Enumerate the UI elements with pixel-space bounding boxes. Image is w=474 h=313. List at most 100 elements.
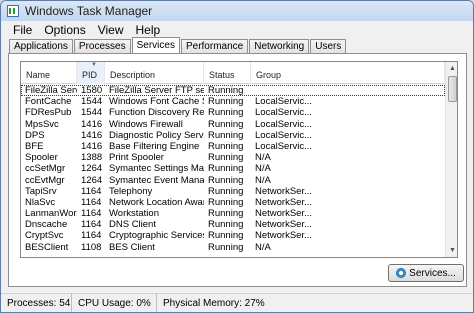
service-description: Workstation: [109, 208, 159, 220]
service-row[interactable]: BESClient 1108 BES Client Running N/A: [21, 242, 445, 253]
service-row[interactable]: FontCache 1544 Windows Font Cache Ser... Ru…: [21, 96, 445, 107]
title-bar[interactable]: Windows Task Manager: [1, 1, 473, 21]
service-row[interactable]: FDResPub 1544 Function Discovery Reso... Ru…: [21, 107, 445, 118]
service-description: Diagnostic Policy Service: [109, 129, 204, 141]
service-row[interactable]: FileZilla Server 1580 FileZilla Server FTP…: [21, 85, 445, 97]
service-description: DNS Client: [109, 219, 156, 231]
service-name: Dnscache: [25, 219, 68, 231]
service-status: Running: [208, 185, 244, 197]
service-name: FontCache: [25, 96, 72, 108]
service-description: Windows Firewall: [109, 118, 183, 130]
services-button-label: Services...: [409, 267, 456, 279]
tab-networking[interactable]: Networking: [249, 39, 310, 53]
service-status: Running: [208, 163, 244, 175]
sort-descending-icon: ▼: [91, 62, 97, 68]
service-row[interactable]: Spooler 1388 Print Spooler Running N/A: [21, 152, 445, 163]
service-description: FileZilla Server FTP server: [109, 85, 204, 96]
service-group: N/A: [255, 163, 271, 175]
service-row[interactable]: BFE 1416 Base Filtering Engine Running Local…: [21, 141, 445, 152]
column-header-description[interactable]: Description: [105, 62, 204, 84]
status-cpu-usage: CPU Usage: 0%: [72, 294, 157, 312]
tab-services[interactable]: Services: [131, 37, 180, 53]
scrollbar-thumb[interactable]: [448, 76, 457, 102]
tab-processes[interactable]: Processes: [73, 39, 131, 53]
service-pid: 1164: [81, 208, 102, 220]
service-pid: 1416: [81, 129, 103, 141]
services-rows: FileZilla Server 1580 FileZilla Server FTP…: [21, 85, 445, 253]
service-row[interactable]: CryptSvc 1164 Cryptographic Services Runnin…: [21, 230, 445, 241]
column-header-name[interactable]: Name: [21, 62, 77, 84]
column-header-group[interactable]: Group: [251, 62, 445, 84]
service-status: Running: [208, 96, 244, 108]
service-pid: 1544: [81, 107, 103, 119]
window-title: Windows Task Manager: [25, 4, 153, 18]
service-name: ccEvtMgr: [25, 174, 65, 186]
service-name: FDResPub: [25, 107, 72, 119]
service-name: ccSetMgr: [25, 163, 66, 175]
status-physical-memory: Physical Memory: 27%: [163, 298, 265, 309]
service-group: [251, 85, 445, 96]
menu-help[interactable]: Help: [130, 21, 167, 38]
tab-users[interactable]: Users: [310, 39, 347, 53]
service-group: NetworkSer...: [255, 208, 313, 220]
service-group: NetworkSer...: [255, 230, 313, 242]
service-status: Running: [208, 140, 244, 152]
service-status: Running: [208, 118, 244, 130]
service-description: Print Spooler: [109, 152, 164, 164]
services-list[interactable]: Name ▼ PID Description Status Group File…: [20, 61, 458, 258]
service-row[interactable]: Dnscache 1164 DNS Client Running NetworkSer.…: [21, 219, 445, 230]
service-name: CryptSvc: [25, 230, 64, 242]
status-processes: Processes: 54: [1, 294, 72, 312]
menu-file[interactable]: File: [7, 21, 38, 38]
service-group: NetworkSer...: [255, 219, 313, 231]
vertical-scrollbar[interactable]: ▲ ▼: [445, 62, 457, 257]
service-name: BESClient: [25, 241, 69, 253]
tab-applications[interactable]: Applications: [9, 39, 73, 53]
service-status: Running: [208, 85, 244, 96]
service-group: NetworkSer...: [255, 185, 313, 197]
service-row[interactable]: ccEvtMgr 1264 Symantec Event Manager Runnin…: [21, 175, 445, 186]
menu-options[interactable]: Options: [38, 21, 91, 38]
service-pid: 1544: [81, 96, 103, 108]
service-description: Windows Font Cache Ser...: [109, 96, 204, 108]
tab-performance[interactable]: Performance: [180, 39, 249, 53]
scroll-up-arrow-icon[interactable]: ▲: [446, 62, 457, 75]
service-pid: 1264: [81, 174, 103, 186]
task-manager-icon: [7, 5, 19, 17]
status-bar: Processes: 54 CPU Usage: 0% Physical Mem…: [1, 293, 473, 312]
menu-view[interactable]: View: [92, 21, 130, 38]
service-group: N/A: [255, 152, 271, 164]
service-row[interactable]: LanmanWor... 1164 Workstation Running Networ…: [21, 208, 445, 219]
service-description: Symantec Event Manager: [109, 174, 204, 186]
service-pid: 1416: [81, 140, 103, 152]
service-status: Running: [208, 208, 244, 220]
service-group: LocalServic...: [255, 129, 313, 141]
service-row[interactable]: TapiSrv 1164 Telephony Running NetworkSer...: [21, 186, 445, 197]
services-button[interactable]: Services...: [388, 264, 464, 282]
services-panel: Name ▼ PID Description Status Group File…: [8, 53, 467, 287]
service-status: Running: [208, 152, 244, 164]
service-status: Running: [208, 219, 244, 231]
service-description: Cryptographic Services: [109, 230, 204, 242]
service-name: DPS: [25, 129, 45, 141]
column-header-status[interactable]: Status: [204, 62, 251, 84]
service-group: LocalServic...: [255, 118, 313, 130]
service-group: LocalServic...: [255, 140, 313, 152]
task-manager-window: Windows Task Manager File Options View H…: [0, 0, 474, 313]
service-row[interactable]: ccSetMgr 1264 Symantec Settings Mana... Run…: [21, 163, 445, 174]
service-status: Running: [208, 107, 244, 119]
column-header-pid-label: PID: [82, 70, 98, 80]
service-row[interactable]: NlaSvc 1164 Network Location Aware... Runni…: [21, 197, 445, 208]
service-status: Running: [208, 230, 244, 242]
column-header-pid[interactable]: ▼ PID: [77, 62, 105, 84]
service-name: NlaSvc: [25, 196, 56, 208]
service-group: LocalServic...: [255, 96, 313, 108]
service-row[interactable]: MpsSvc 1416 Windows Firewall Running LocalSe…: [21, 119, 445, 130]
service-description: Telephony: [109, 185, 153, 197]
service-row[interactable]: DPS 1416 Diagnostic Policy Service Running L…: [21, 130, 445, 141]
tab-strip: Applications Processes Services Performa…: [9, 37, 347, 53]
service-status: Running: [208, 129, 244, 141]
service-status: Running: [208, 174, 244, 186]
service-name: MpsSvc: [25, 118, 59, 130]
scroll-down-arrow-icon[interactable]: ▼: [446, 244, 457, 257]
